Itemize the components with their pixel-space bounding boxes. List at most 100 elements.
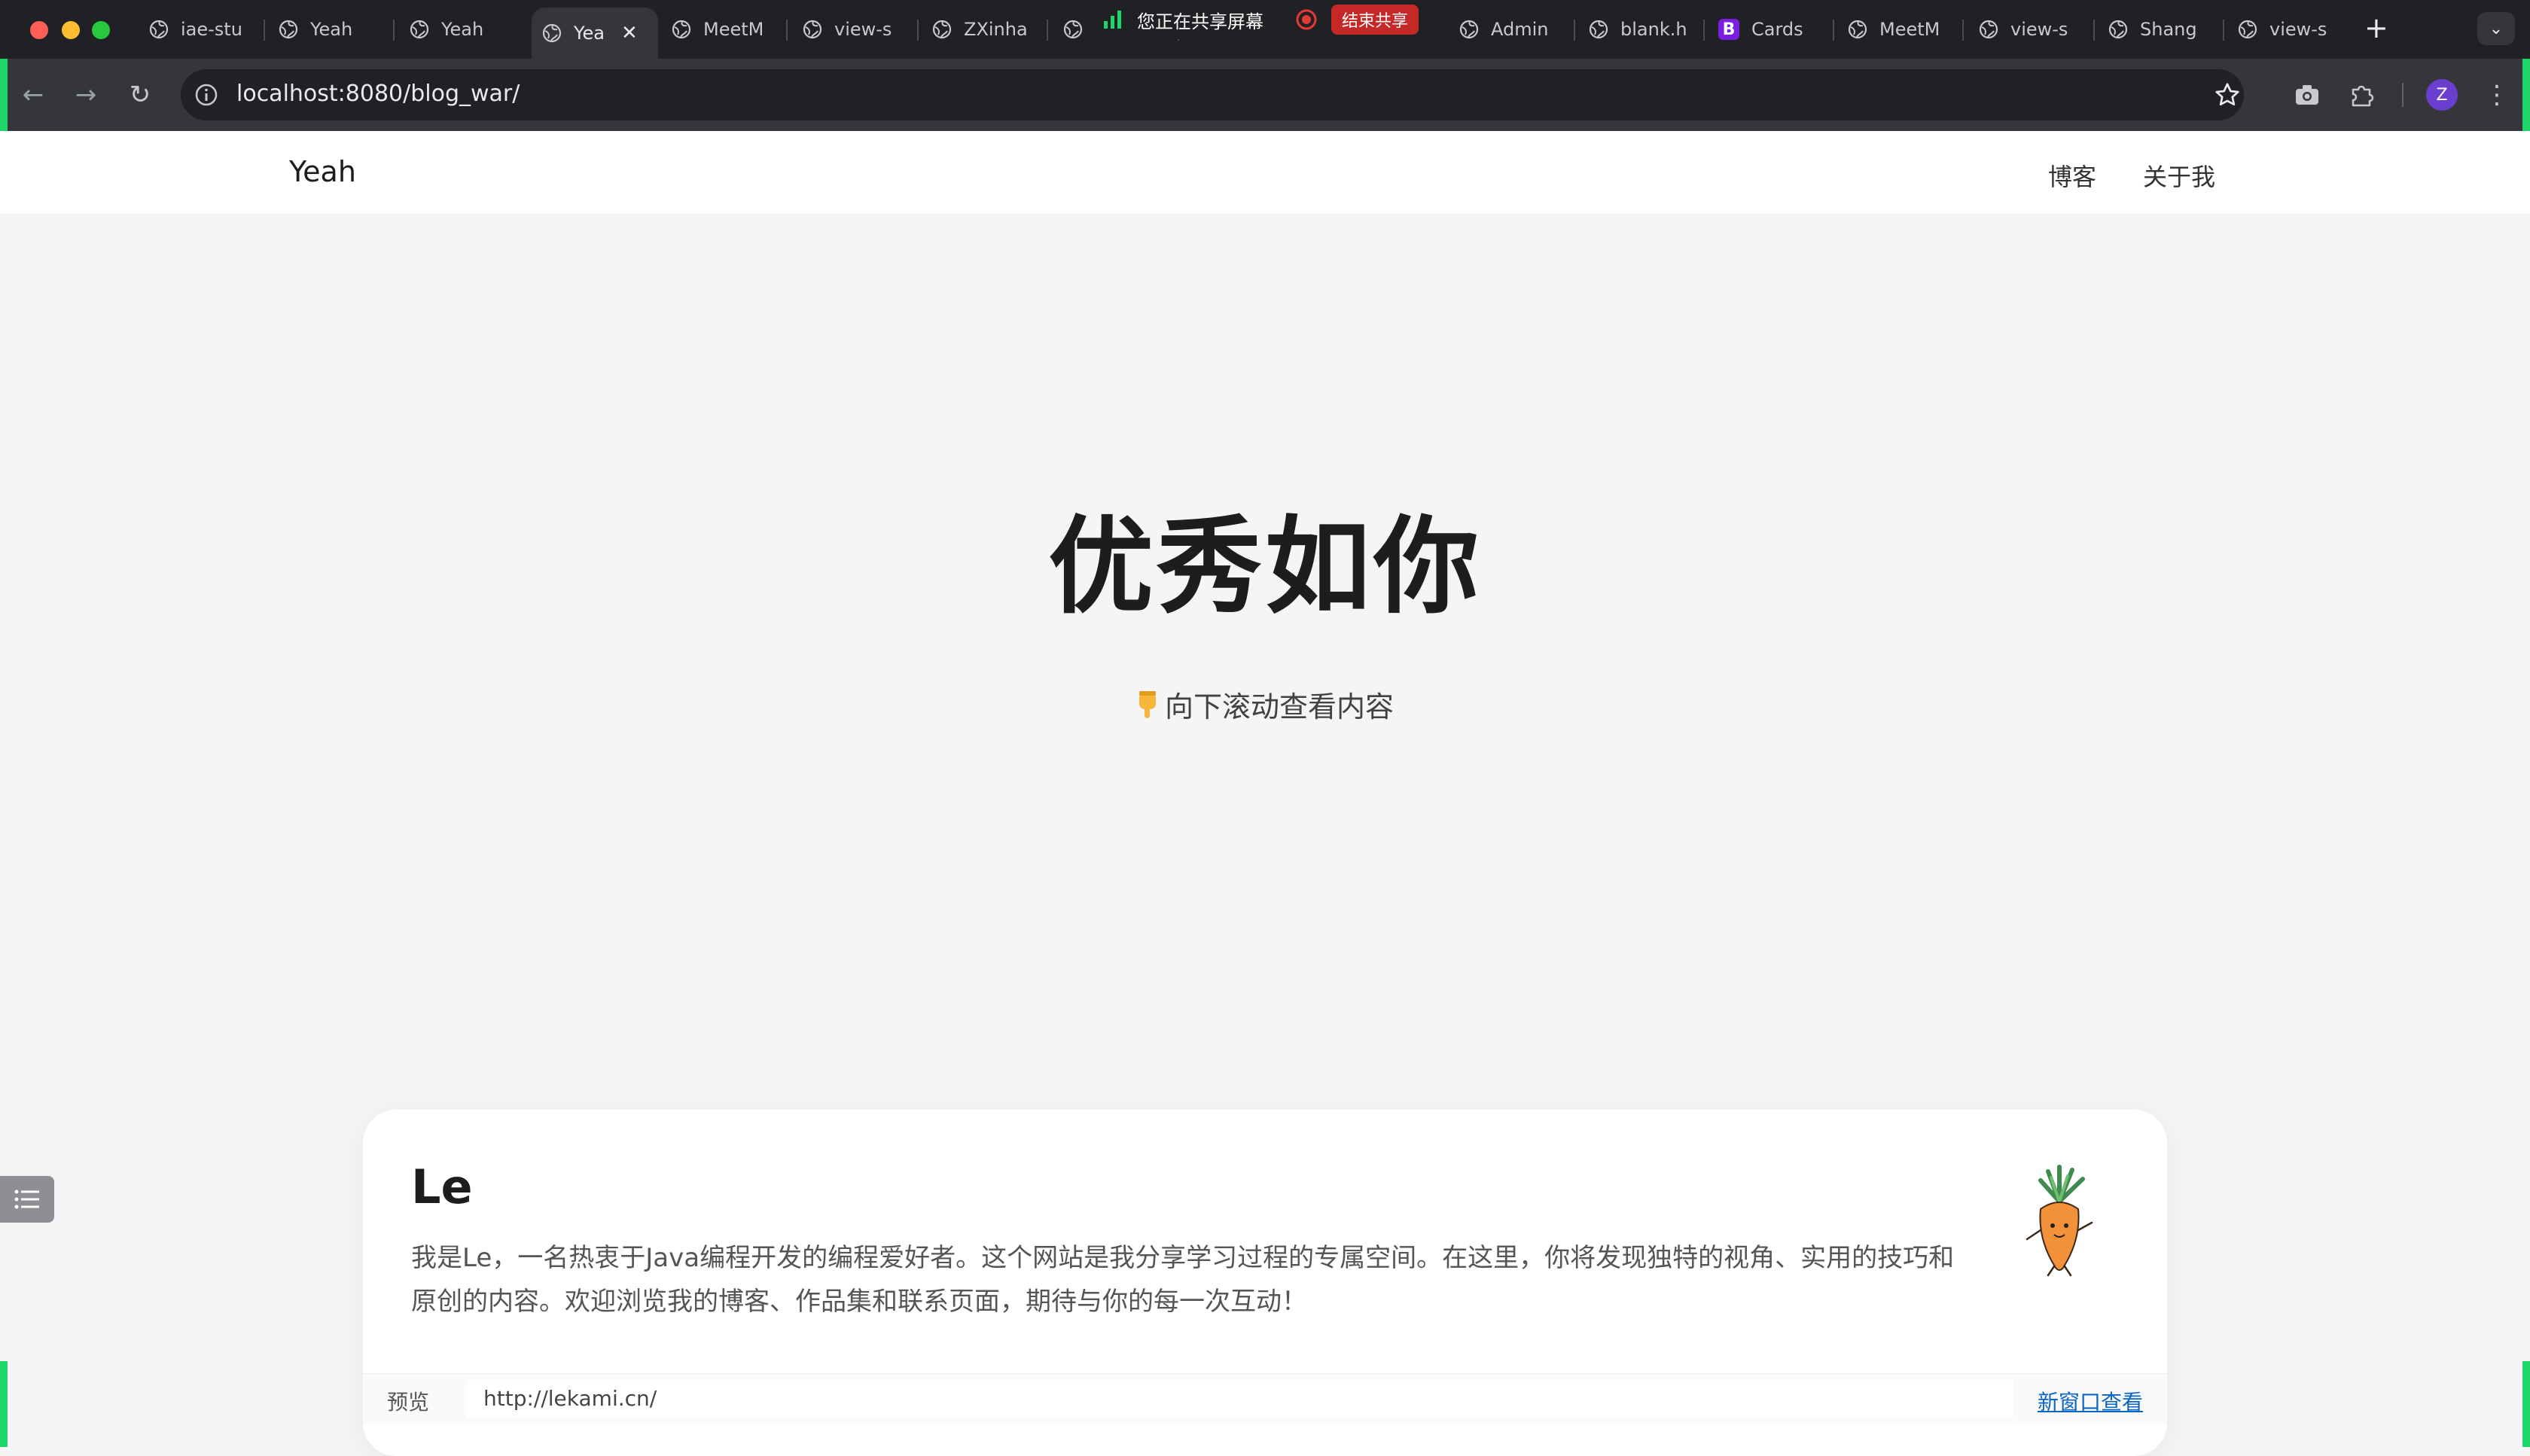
browser-tab-title: Cards — [1751, 19, 1803, 40]
tab-separator — [786, 20, 788, 41]
maximize-window-button[interactable] — [92, 21, 110, 39]
globe-icon — [803, 20, 822, 39]
puzzle-icon — [2352, 85, 2374, 107]
minimize-window-button[interactable] — [62, 21, 80, 39]
list-icon — [14, 1189, 39, 1209]
info-icon — [195, 84, 218, 106]
browser-tab[interactable]: view-s — [1968, 8, 2089, 51]
browser-tab-title: iae-stu — [181, 19, 242, 40]
browser-menu-button[interactable]: ⋮ — [2480, 78, 2513, 111]
globe-icon — [1459, 20, 1479, 39]
browser-tab-title: view-s — [2010, 19, 2068, 40]
tab-separator — [2223, 20, 2224, 41]
globe-icon — [2238, 20, 2257, 39]
profile-card: Le 我是Le，一名热衷于Java编程开发的编程爱好者。这个网站是我分享学习过程… — [363, 1110, 2167, 1456]
browser-tab-title: blank.h — [1620, 19, 1687, 40]
screenshot-button[interactable] — [2291, 78, 2324, 111]
table-of-contents-button[interactable] — [0, 1176, 54, 1223]
hero-subtitle-text: 向下滚动查看内容 — [1164, 690, 1394, 723]
url-text: localhost:8080/blog_war/ — [236, 81, 520, 107]
camera-icon — [2296, 85, 2318, 105]
star-icon[interactable] — [2214, 81, 2241, 108]
globe-icon — [1589, 20, 1608, 39]
globe-icon — [542, 23, 562, 43]
globe-icon — [149, 20, 169, 39]
tab-separator — [1962, 20, 1964, 41]
preview-bar: 预览 http://lekami.cn/ 新窗口查看 — [363, 1373, 2167, 1424]
browser-tab-title: Admin — [1491, 19, 1549, 40]
browser-toolbar: ← → ↻ localhost:8080/blog_war/ Z ⋮ — [0, 59, 2530, 131]
site-brand[interactable]: Yeah — [289, 155, 356, 188]
browser-tab[interactable]: Yeah — [399, 8, 520, 51]
preview-url-field[interactable]: http://lekami.cn/ — [467, 1380, 2013, 1418]
hero-subtitle: 向下滚动查看内容 — [0, 684, 2530, 725]
tab-separator — [1703, 20, 1705, 41]
record-icon — [1296, 9, 1317, 30]
tab-separator — [264, 20, 265, 41]
browser-tab-strip: iae-stu Yeah Yeah Yea ✕ MeetM view-s ZXinha Admi… — [0, 0, 2530, 59]
reload-icon: ↻ — [129, 80, 151, 110]
browser-tab[interactable]: view-s — [2227, 8, 2348, 51]
toolbar-divider — [2402, 83, 2404, 107]
globe-icon — [1063, 20, 1083, 39]
profile-description: 我是Le，一名热衷于Java编程开发的编程爱好者。这个网站是我分享学习过程的专属… — [411, 1243, 1955, 1317]
browser-tab-title: view-s — [2269, 19, 2327, 40]
nav-link-about[interactable]: 关于我 — [2143, 158, 2215, 193]
browser-tab[interactable]: blank.h — [1578, 8, 1699, 51]
pointing-down-icon — [1138, 690, 1156, 718]
close-tab-icon[interactable]: ✕ — [621, 22, 638, 44]
tab-separator — [393, 20, 395, 41]
globe-icon — [279, 20, 298, 39]
hero-title: 优秀如你 — [1047, 506, 1482, 629]
globe-icon — [1979, 20, 1998, 39]
new-tab-button[interactable]: + — [2364, 14, 2388, 42]
browser-tab[interactable]: Shang — [2098, 8, 2218, 51]
browser-tab-title: ZXinha — [964, 19, 1028, 40]
browser-tab[interactable]: Yeah — [268, 8, 389, 51]
nav-link-blog[interactable]: 博客 — [2048, 158, 2096, 193]
carrot-mascot-image — [2026, 1165, 2093, 1277]
more-vertical-icon: ⋮ — [2484, 80, 2510, 110]
arrow-left-icon: ← — [22, 80, 44, 110]
share-border-left-bottom — [0, 1361, 8, 1447]
browser-tab[interactable]: Yea ✕ — [532, 8, 658, 59]
browser-tab[interactable]: iae-stu — [139, 8, 259, 51]
globe-icon — [2108, 20, 2128, 39]
browser-tab-title: Yea — [574, 23, 605, 44]
screen-share-status: 您正在共享屏幕 — [1137, 11, 1263, 32]
extensions-button[interactable] — [2345, 78, 2378, 111]
tab-separator — [1574, 20, 1575, 41]
share-border-right-bottom — [2522, 1361, 2530, 1447]
browser-tab-title: Yeah — [310, 19, 353, 40]
browser-tab[interactable]: Admin — [1449, 8, 1569, 51]
browser-tab[interactable]: MeetM — [1837, 8, 1958, 51]
bootstrap-icon: B — [1718, 19, 1739, 40]
screen-share-indicator: 您正在共享屏幕 结束共享 — [1092, 0, 1430, 39]
arrow-right-icon: → — [75, 80, 97, 110]
back-button[interactable]: ← — [17, 78, 50, 111]
tab-search-button[interactable]: ⌄ — [2477, 12, 2515, 45]
tab-separator — [917, 20, 919, 41]
site-header: Yeah 博客 关于我 — [0, 131, 2530, 214]
tab-separator — [2093, 20, 2095, 41]
profile-avatar[interactable]: Z — [2426, 79, 2458, 111]
open-new-window-link[interactable]: 新窗口查看 — [2038, 1386, 2143, 1416]
stop-sharing-button[interactable]: 结束共享 — [1331, 5, 1419, 35]
forward-button[interactable]: → — [69, 78, 102, 111]
browser-tab[interactable]: B Cards — [1708, 8, 1828, 51]
globe-icon — [410, 20, 429, 39]
browser-tab[interactable]: MeetM — [661, 8, 782, 51]
browser-tab[interactable]: view-s — [792, 8, 913, 51]
bar-chart-icon — [1104, 11, 1121, 29]
address-bar[interactable]: localhost:8080/blog_war/ — [181, 69, 2244, 120]
browser-tab-title: Shang — [2140, 19, 2197, 40]
tab-separator — [1047, 20, 1048, 41]
close-window-button[interactable] — [30, 21, 48, 39]
globe-icon — [932, 20, 952, 39]
profile-name: Le — [411, 1159, 473, 1214]
browser-tab[interactable]: ZXinha — [922, 8, 1042, 51]
chevron-down-icon: ⌄ — [2489, 19, 2504, 38]
reload-button[interactable]: ↻ — [123, 78, 157, 111]
globe-icon — [672, 20, 691, 39]
browser-tab-title: MeetM — [1879, 19, 1940, 40]
